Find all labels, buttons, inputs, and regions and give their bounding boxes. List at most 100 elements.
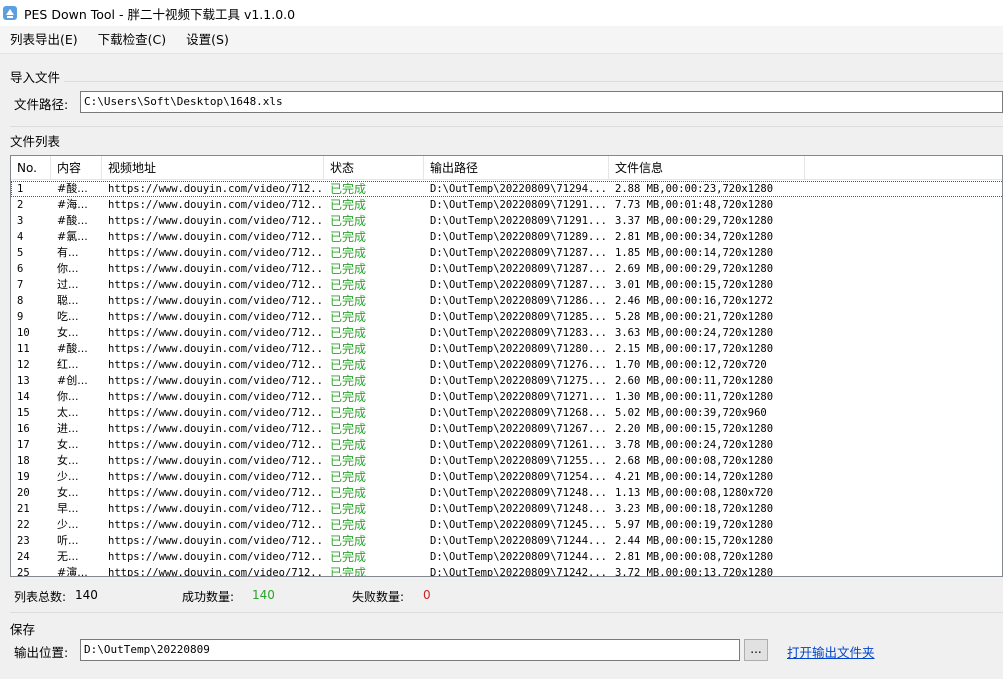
table-row[interactable]: 13 #创... https://www.douyin.com/video/712.… <box>11 373 1002 389</box>
row-no: 6 <box>17 263 24 275</box>
row-url: https://www.douyin.com/video/712... <box>108 535 324 547</box>
row-status: 已完成 <box>330 246 367 260</box>
table-row[interactable]: 10 女... https://www.douyin.com/video/712..… <box>11 325 1002 341</box>
row-url: https://www.douyin.com/video/712... <box>108 311 324 323</box>
row-file-info: 2.46 MB,00:00:16,720x1272 <box>615 295 774 307</box>
table-row[interactable]: 5 有... https://www.douyin.com/video/712...… <box>11 245 1002 261</box>
row-content: 进... <box>57 422 79 435</box>
row-output-path: D:\OutTemp\20220809\71286... <box>430 295 608 307</box>
menu-bar: 列表导出(E) 下载检查(C) 设置(S) <box>0 26 1003 54</box>
row-output-path: D:\OutTemp\20220809\71248... <box>430 487 608 499</box>
browse-button[interactable]: ... <box>744 639 768 661</box>
row-file-info: 5.02 MB,00:00:39,720x960 <box>615 407 767 419</box>
success-count-value: 140 <box>252 588 275 602</box>
table-row[interactable]: 14 你... https://www.douyin.com/video/712..… <box>11 389 1002 405</box>
list-group-divider <box>10 126 1003 127</box>
table-row[interactable]: 3 #酸... https://www.douyin.com/video/712..… <box>11 213 1002 229</box>
row-status: 已完成 <box>330 454 367 468</box>
row-url: https://www.douyin.com/video/712... <box>108 471 324 483</box>
row-output-path: D:\OutTemp\20220809\71271... <box>430 391 608 403</box>
row-status: 已完成 <box>330 470 367 484</box>
row-output-path: D:\OutTemp\20220809\71276... <box>430 359 608 371</box>
column-header-status[interactable]: 状态 <box>324 156 424 180</box>
column-header-file-info[interactable]: 文件信息 <box>609 156 805 180</box>
output-location-input[interactable]: D:\OutTemp\20220809 <box>80 639 740 661</box>
row-content: 女... <box>57 438 79 451</box>
total-count-value: 140 <box>75 588 98 602</box>
row-no: 21 <box>17 503 30 515</box>
row-url: https://www.douyin.com/video/712... <box>108 183 324 195</box>
app-icon <box>3 6 17 20</box>
row-status: 已完成 <box>330 406 367 420</box>
row-file-info: 2.81 MB,00:00:08,720x1280 <box>615 551 774 563</box>
row-status: 已完成 <box>330 486 367 500</box>
menu-download-check[interactable]: 下载检查(C) <box>88 26 176 54</box>
menu-settings[interactable]: 设置(S) <box>176 26 239 54</box>
table-row[interactable]: 4 #氯... https://www.douyin.com/video/712..… <box>11 229 1002 245</box>
table-row[interactable]: 11 #酸... https://www.douyin.com/video/712.… <box>11 341 1002 357</box>
list-header: No. 内容 视频地址 状态 输出路径 文件信息 <box>11 156 1002 180</box>
row-status: 已完成 <box>330 278 367 292</box>
row-content: 女... <box>57 454 79 467</box>
open-output-folder-link[interactable]: 打开输出文件夹 <box>787 642 875 661</box>
table-row[interactable]: 18 女... https://www.douyin.com/video/712..… <box>11 453 1002 469</box>
file-list-view[interactable]: No. 内容 视频地址 状态 输出路径 文件信息 1 #酸... https://w… <box>10 155 1003 577</box>
table-row[interactable]: 6 你... https://www.douyin.com/video/712...… <box>11 261 1002 277</box>
table-row[interactable]: 24 无... https://www.douyin.com/video/712..… <box>11 549 1002 565</box>
row-content: 少... <box>57 470 79 483</box>
row-file-info: 2.44 MB,00:00:15,720x1280 <box>615 535 774 547</box>
row-status: 已完成 <box>330 422 367 436</box>
row-status: 已完成 <box>330 534 367 548</box>
row-status: 已完成 <box>330 198 367 212</box>
file-path-label: 文件路径: <box>14 97 69 112</box>
row-url: https://www.douyin.com/video/712... <box>108 407 324 419</box>
row-status: 已完成 <box>330 294 367 308</box>
row-content: 红... <box>57 358 79 371</box>
row-content: 无... <box>57 550 79 563</box>
row-file-info: 5.28 MB,00:00:21,720x1280 <box>615 311 774 323</box>
column-header-url[interactable]: 视频地址 <box>102 156 324 180</box>
row-file-info: 1.13 MB,00:00:08,1280x720 <box>615 487 774 499</box>
table-row[interactable]: 21 早... https://www.douyin.com/video/712..… <box>11 501 1002 517</box>
menu-list-export[interactable]: 列表导出(E) <box>0 26 88 54</box>
row-no: 15 <box>17 407 30 419</box>
table-row[interactable]: 22 少... https://www.douyin.com/video/712..… <box>11 517 1002 533</box>
table-row[interactable]: 1 #酸... https://www.douyin.com/video/712..… <box>11 181 1002 197</box>
table-row[interactable]: 9 吃... https://www.douyin.com/video/712...… <box>11 309 1002 325</box>
row-output-path: D:\OutTemp\20220809\71289... <box>430 231 608 243</box>
table-row[interactable]: 16 进... https://www.douyin.com/video/712..… <box>11 421 1002 437</box>
title-bar: PES Down Tool - 胖二十视频下载工具 v1.1.0.0 <box>0 0 1003 26</box>
table-row[interactable]: 2 #海... https://www.douyin.com/video/712..… <box>11 197 1002 213</box>
column-header-output-path[interactable]: 输出路径 <box>424 156 609 180</box>
row-no: 7 <box>17 279 24 291</box>
table-row[interactable]: 12 红... https://www.douyin.com/video/712..… <box>11 357 1002 373</box>
table-row[interactable]: 19 少... https://www.douyin.com/video/712..… <box>11 469 1002 485</box>
row-output-path: D:\OutTemp\20220809\71291... <box>430 199 608 211</box>
row-file-info: 2.81 MB,00:00:34,720x1280 <box>615 231 774 243</box>
row-no: 23 <box>17 535 30 547</box>
table-row[interactable]: 15 太... https://www.douyin.com/video/712..… <box>11 405 1002 421</box>
table-row[interactable]: 25 #演... https://www.douyin.com/video/712.… <box>11 565 1002 576</box>
row-status: 已完成 <box>330 502 367 516</box>
row-status: 已完成 <box>330 550 367 564</box>
row-url: https://www.douyin.com/video/712... <box>108 343 324 355</box>
table-row[interactable]: 23 听... https://www.douyin.com/video/712..… <box>11 533 1002 549</box>
file-path-input[interactable]: C:\Users\Soft\Desktop\1648.xls <box>80 91 1003 113</box>
row-file-info: 4.21 MB,00:00:14,720x1280 <box>615 471 774 483</box>
table-row[interactable]: 7 过... https://www.douyin.com/video/712...… <box>11 277 1002 293</box>
row-status: 已完成 <box>330 342 367 356</box>
row-no: 1 <box>17 183 24 195</box>
row-no: 24 <box>17 551 30 563</box>
row-content: 过... <box>57 278 79 291</box>
row-url: https://www.douyin.com/video/712... <box>108 247 324 259</box>
row-content: #海... <box>57 198 88 211</box>
row-output-path: D:\OutTemp\20220809\71244... <box>430 535 608 547</box>
row-output-path: D:\OutTemp\20220809\71245... <box>430 519 608 531</box>
column-header-content[interactable]: 内容 <box>51 156 102 180</box>
table-row[interactable]: 17 女... https://www.douyin.com/video/712..… <box>11 437 1002 453</box>
table-row[interactable]: 8 聪... https://www.douyin.com/video/712...… <box>11 293 1002 309</box>
table-row[interactable]: 20 女... https://www.douyin.com/video/712..… <box>11 485 1002 501</box>
column-header-no[interactable]: No. <box>11 156 51 180</box>
row-file-info: 5.97 MB,00:00:19,720x1280 <box>615 519 774 531</box>
row-output-path: D:\OutTemp\20220809\71248... <box>430 503 608 515</box>
